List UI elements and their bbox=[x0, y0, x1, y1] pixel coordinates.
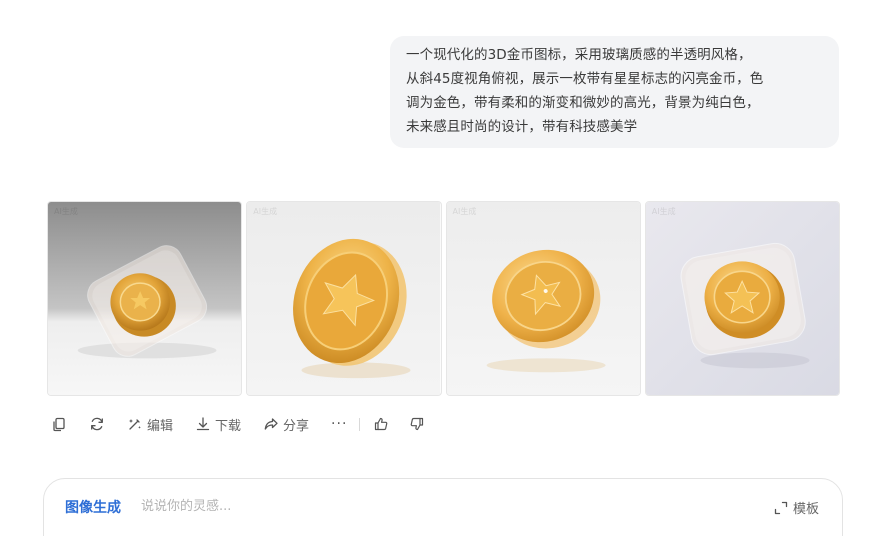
gold-coin-glass-square-image bbox=[645, 202, 839, 395]
prompt-input[interactable] bbox=[141, 495, 641, 517]
like-button[interactable] bbox=[369, 410, 393, 438]
user-prompt-bubble: 一个现代化的3D金币图标，采用玻璃质感的半透明风格， 从斜45度视角俯视，展示一… bbox=[390, 36, 839, 148]
more-button[interactable]: ··· bbox=[327, 410, 351, 438]
edit-label: 编辑 bbox=[147, 418, 174, 434]
prompt-line: 未来感且时尚的设计，带有科技感美学 bbox=[406, 119, 638, 135]
generated-image-2[interactable]: AI生成 bbox=[246, 201, 442, 396]
download-icon bbox=[196, 417, 210, 431]
dislike-button[interactable] bbox=[405, 410, 429, 438]
copy-button[interactable] bbox=[47, 410, 71, 438]
download-button[interactable]: 下载 bbox=[191, 410, 245, 438]
prompt-line: 调为金色，带有柔和的渐变和微妙的高光，背景为纯白色， bbox=[406, 95, 760, 111]
more-icon: ··· bbox=[331, 416, 348, 432]
gold-star-coin-tilted-image bbox=[446, 202, 640, 395]
thumbs-down-icon bbox=[411, 417, 424, 431]
magic-edit-icon bbox=[129, 419, 141, 430]
template-label: 模板 bbox=[792, 502, 819, 517]
template-button[interactable]: 模板 bbox=[774, 498, 819, 517]
regenerate-button[interactable] bbox=[85, 410, 109, 438]
gold-star-coin-side-image bbox=[247, 202, 441, 395]
share-label: 分享 bbox=[283, 418, 310, 434]
edit-button[interactable]: 编辑 bbox=[123, 410, 177, 438]
image-action-bar: 编辑 下载 分享 ··· bbox=[47, 410, 429, 438]
generated-image-3[interactable]: AI生成 bbox=[445, 201, 641, 396]
thumbs-up-icon bbox=[375, 417, 388, 431]
generated-image-4[interactable]: AI生成 bbox=[644, 201, 840, 396]
image-generation-mode-tag[interactable]: 图像生成 bbox=[65, 497, 121, 517]
divider bbox=[359, 417, 361, 431]
watermark: AI生成 bbox=[651, 207, 676, 216]
copy-icon bbox=[53, 417, 65, 432]
prompt-line: 一个现代化的3D金币图标，采用玻璃质感的半透明风格， bbox=[406, 47, 752, 63]
glass-coin-on-gray-image bbox=[48, 202, 242, 395]
share-icon bbox=[264, 418, 278, 430]
watermark: AI生成 bbox=[452, 207, 477, 216]
generated-image-1[interactable]: AI生成 bbox=[47, 201, 243, 396]
share-button[interactable]: 分享 bbox=[259, 410, 313, 438]
prompt-line: 从斜45度视角俯视，展示一枚带有星星标志的闪亮金币，色 bbox=[406, 71, 764, 87]
download-label: 下载 bbox=[215, 418, 242, 434]
chat-page: 一个现代化的3D金币图标，采用玻璃质感的半透明风格， 从斜45度视角俯视，展示一… bbox=[0, 0, 869, 536]
expand-icon bbox=[774, 501, 788, 514]
composer: 图像生成 模板 bbox=[43, 478, 843, 536]
generated-images: AI生成 AI生成 AI生成 AI生成 bbox=[47, 201, 840, 396]
watermark: AI生成 bbox=[253, 207, 278, 216]
refresh-icon bbox=[91, 417, 103, 431]
watermark: AI生成 bbox=[54, 207, 78, 216]
